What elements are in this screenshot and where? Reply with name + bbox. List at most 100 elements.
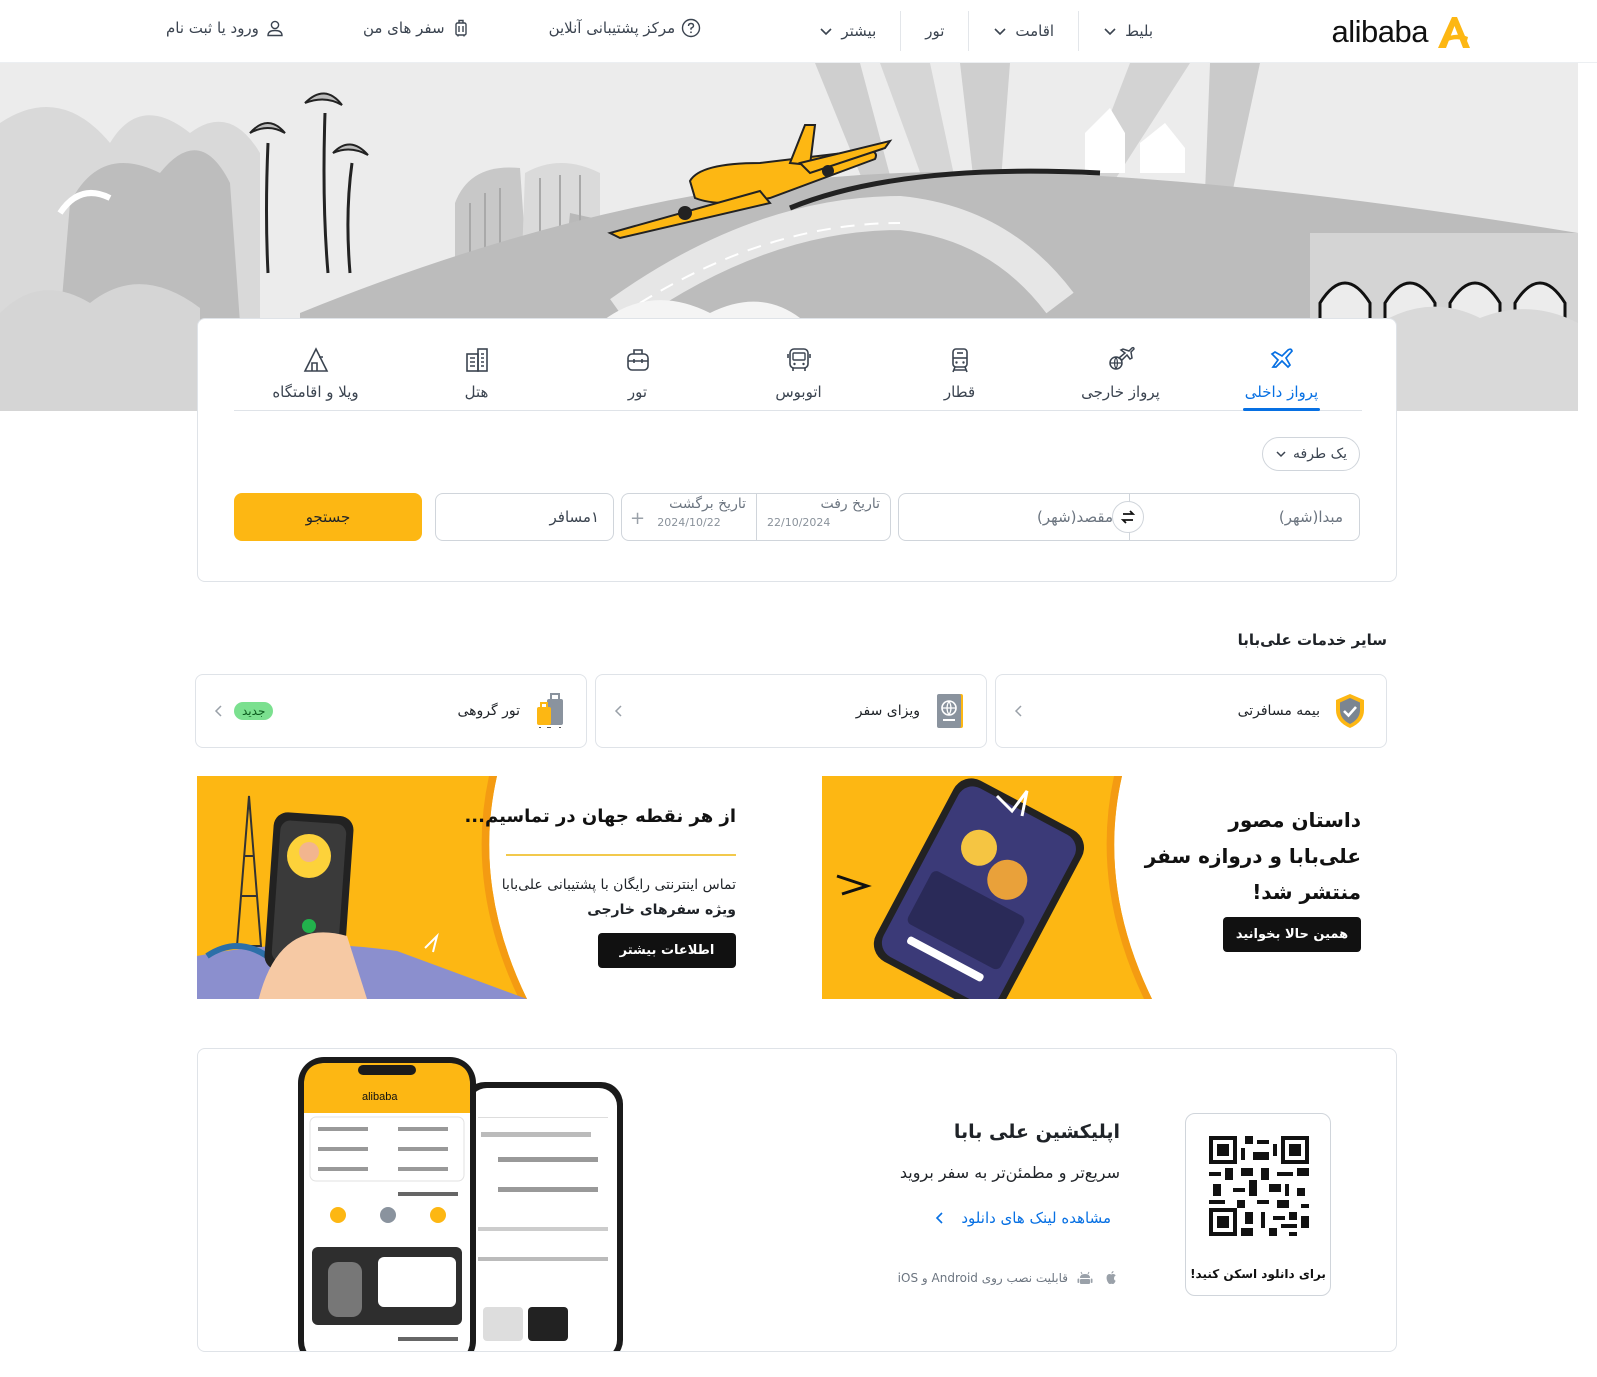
train-icon <box>951 348 968 373</box>
nav-tickets[interactable]: بلیط <box>1079 11 1177 51</box>
question-circle-icon <box>681 18 701 38</box>
chevron-left-icon <box>936 1212 943 1224</box>
service-group-tour[interactable]: تور گروهی جدید <box>195 674 587 748</box>
hotel-icon <box>465 348 488 372</box>
app-phones-mockup: alibaba <box>298 1057 623 1351</box>
tab-label: قطار <box>943 383 976 401</box>
nav-accommodation[interactable]: اقامت <box>969 11 1078 51</box>
bus-icon <box>786 348 811 371</box>
nav-divider <box>1078 11 1080 51</box>
support-title: از هر نقطه جهان در تماسیم... <box>464 806 736 827</box>
destination-field[interactable]: مقصد(شهر) <box>899 494 1129 540</box>
chevron-down-icon <box>1104 28 1116 36</box>
date-fields: تاریخ رفت 22/10/2024 تاریخ برگشت 2024/10… <box>621 493 891 541</box>
depart-date-label: تاریخ رفت <box>820 496 880 512</box>
nav-divider <box>968 11 970 51</box>
tab-tour[interactable]: تور <box>557 333 718 411</box>
alibaba-logo[interactable]: alibaba <box>1332 12 1474 52</box>
my-trips-link[interactable]: سفر های من <box>363 18 471 38</box>
nav-label: تور <box>925 22 945 40</box>
chevron-down-icon <box>820 28 832 36</box>
qr-code-box: برای دانلود اسکن کنید! <box>1185 1113 1331 1296</box>
story-title-line: داستان مصور <box>1228 808 1361 832</box>
story-title-line: علی‌بابا و دروازه سفر <box>1144 844 1361 868</box>
tab-bus[interactable]: اتوبوس <box>718 333 879 411</box>
app-title: اپلیکشین علی بابا <box>953 1121 1120 1143</box>
tab-hotel[interactable]: هتل <box>396 333 557 411</box>
story-banner[interactable]: داستان مصور علی‌بابا و دروازه سفر منتشر … <box>822 776 1377 999</box>
top-header: alibaba بلیط اقامت تور بیشتر مرکز پشتیبا… <box>0 0 1597 63</box>
platform-note: قابلیت نصب روی Android و iOS <box>898 1269 1120 1287</box>
support-divider <box>506 854 736 856</box>
phone-logo-text: alibaba <box>362 1091 398 1103</box>
header-links: مرکز پشتیبانی آنلاین سفر های من ورود یا … <box>166 18 701 38</box>
login-label: ورود یا ثبت نام <box>166 19 259 37</box>
passenger-count: ۱مسافر <box>549 508 600 526</box>
passport-icon <box>937 694 963 728</box>
destination-placeholder: مقصد(شهر) <box>1037 508 1113 526</box>
depart-date-value: 22/10/2024 <box>767 516 831 529</box>
new-badge: جدید <box>234 702 274 720</box>
search-button[interactable]: جستجو <box>234 493 422 541</box>
support-description: تماس اینترنتی رایگان با پشتیبانی علی‌باب… <box>502 873 736 923</box>
story-title: داستان مصور علی‌بابا و دروازه سفر منتشر … <box>1145 802 1361 910</box>
service-label: ویزای سفر <box>855 703 920 719</box>
depart-date-field[interactable]: تاریخ رفت 22/10/2024 <box>756 494 890 540</box>
login-link[interactable]: ورود یا ثبت نام <box>166 18 285 38</box>
my-trips-label: سفر های من <box>362 19 445 37</box>
plus-icon: + <box>630 508 646 529</box>
chevron-down-icon <box>1276 451 1286 458</box>
user-icon <box>267 20 283 37</box>
swap-button[interactable] <box>1112 501 1144 533</box>
logo-mark-icon <box>1438 17 1470 48</box>
support-desc-line: ویژه سفرهای خارجی <box>587 902 736 918</box>
suitcase-icon <box>454 19 467 37</box>
support-desc-line: تماس اینترنتی رایگان با پشتیبانی علی‌باب… <box>501 877 736 893</box>
app-download-card: برای دانلود اسکن کنید! اپلیکشین علی بابا… <box>197 1048 1397 1352</box>
nav-label: اقامت <box>1015 22 1055 40</box>
download-links-link[interactable]: مشاهده لینک های دانلود <box>933 1209 1111 1227</box>
main-nav: بلیط اقامت تور بیشتر <box>795 10 1177 52</box>
tour-icon <box>626 349 649 371</box>
origin-placeholder: مبدا(شهر) <box>1278 508 1343 526</box>
return-date-field[interactable]: تاریخ برگشت 2024/10/22 + <box>622 494 756 540</box>
tab-label: پرواز داخلی <box>1244 383 1319 401</box>
trip-type-select[interactable]: یک طرفه <box>1262 437 1360 471</box>
chevron-down-icon <box>994 28 1006 36</box>
nav-label: بیشتر <box>841 22 877 40</box>
swap-arrows-icon <box>1120 510 1136 524</box>
passenger-field[interactable]: ۱مسافر <box>435 493 614 541</box>
tab-domestic-flight[interactable]: پرواز داخلی <box>1201 333 1362 411</box>
return-date-label: تاریخ برگشت <box>669 496 746 512</box>
services-title: سایر خدمات علی‌بابا <box>1237 631 1387 649</box>
search-card: پرواز داخلی پرواز خارجی قطار اتوبوس تور … <box>197 318 1397 582</box>
trip-type-label: یک طرفه <box>1293 446 1347 462</box>
read-now-button[interactable]: همین حالا بخوانید <box>1223 917 1361 952</box>
service-label: بیمه مسافرتی <box>1237 703 1320 719</box>
service-label: تور گروهی <box>457 703 520 719</box>
more-info-button[interactable]: اطلاعات بیشتر <box>598 933 736 968</box>
tab-villa[interactable]: ویلا و اقامتگاه <box>235 333 396 411</box>
chevron-left-icon <box>1014 705 1022 717</box>
story-phone-illustration <box>822 776 1152 999</box>
origin-field[interactable]: مبدا(شهر) <box>1129 494 1359 540</box>
tab-train[interactable]: قطار <box>879 333 1040 411</box>
support-banner[interactable]: از هر نقطه جهان در تماسیم... تماس اینترن… <box>197 776 752 999</box>
service-travel-visa[interactable]: ویزای سفر <box>595 674 987 748</box>
nav-more[interactable]: بیشتر <box>795 11 900 51</box>
tab-label: هتل <box>464 383 489 401</box>
villa-icon <box>303 347 328 372</box>
service-travel-insurance[interactable]: بیمه مسافرتی <box>995 674 1387 748</box>
tab-international-flight[interactable]: پرواز خارجی <box>1040 333 1201 411</box>
nav-divider <box>900 11 902 51</box>
tab-label: اتوبوس <box>775 383 822 401</box>
apple-icon <box>1106 1271 1116 1285</box>
insurance-shield-icon <box>1336 694 1364 728</box>
logo-text: alibaba <box>1331 14 1429 49</box>
tab-label: تور <box>627 383 648 401</box>
story-title-line: منتشر شد! <box>1252 880 1361 904</box>
nav-tour[interactable]: تور <box>901 11 968 51</box>
support-center-link[interactable]: مرکز پشتیبانی آنلاین <box>549 18 702 38</box>
luggage-icon <box>537 693 563 728</box>
android-icon <box>1077 1271 1093 1284</box>
